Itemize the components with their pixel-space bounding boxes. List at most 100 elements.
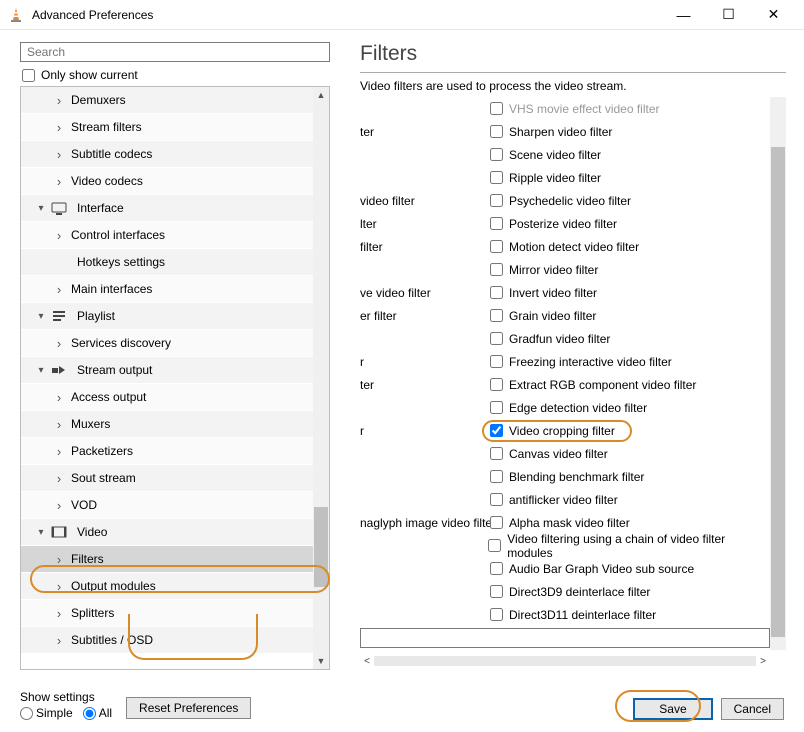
filter-checkbox[interactable] [490, 355, 503, 368]
filter-left-text: ter [360, 378, 490, 392]
filter-checkbox[interactable] [490, 447, 503, 460]
expand-icon[interactable]: › [53, 147, 65, 162]
tree-row[interactable]: ›Video codecs [21, 168, 313, 195]
close-button[interactable]: ✕ [751, 0, 796, 30]
minimize-button[interactable]: — [661, 0, 706, 30]
filter-label: Direct3D11 deinterlace filter [509, 608, 656, 622]
filter-checkbox[interactable] [490, 125, 503, 138]
scroll-thumb[interactable] [314, 507, 328, 587]
tree-row[interactable]: ›Control interfaces [21, 222, 313, 249]
filter-checkbox[interactable] [490, 608, 503, 621]
tree-row[interactable]: ›Subtitles / OSD [21, 627, 313, 654]
filter-checkbox[interactable] [488, 539, 501, 552]
filter-checkbox[interactable] [490, 401, 503, 414]
tree-label: Splitters [71, 606, 114, 620]
expand-icon[interactable]: › [53, 417, 65, 432]
expand-icon[interactable]: › [53, 174, 65, 189]
expand-icon[interactable]: › [53, 444, 65, 459]
tree-row[interactable]: ›Services discovery [21, 330, 313, 357]
radio-all[interactable]: All [83, 706, 112, 720]
collapse-icon[interactable]: ▾ [35, 527, 47, 538]
expand-icon[interactable]: › [53, 282, 65, 297]
tree-row[interactable]: › Filters [21, 546, 313, 573]
expand-icon[interactable]: › [53, 120, 65, 135]
expand-icon[interactable]: › [53, 606, 65, 621]
filter-checkbox[interactable] [490, 493, 503, 506]
expand-icon[interactable]: › [53, 390, 65, 405]
filter-checkbox[interactable] [490, 562, 503, 575]
tree-row[interactable]: ▾ Interface [21, 195, 313, 222]
expand-icon[interactable]: › [53, 552, 65, 567]
filter-checkbox[interactable] [490, 217, 503, 230]
tree-row[interactable]: ›Muxers [21, 411, 313, 438]
tree-row[interactable]: ▾Stream output [21, 357, 313, 384]
expand-icon[interactable]: › [53, 498, 65, 513]
filter-label: Freezing interactive video filter [509, 355, 672, 369]
tree-row[interactable]: › Splitters [21, 600, 313, 627]
filter-checkbox[interactable] [490, 240, 503, 253]
collapse-icon[interactable]: ▾ [35, 365, 47, 376]
tree-label: Filters [71, 552, 104, 566]
tree-label: Packetizers [71, 444, 133, 458]
maximize-button[interactable]: ☐ [706, 0, 751, 30]
filter-label: Direct3D9 deinterlace filter [509, 585, 650, 599]
tree-row[interactable]: ›Access output [21, 384, 313, 411]
panel-desc: Video filters are used to process the vi… [360, 79, 794, 93]
filter-checkbox[interactable] [490, 516, 503, 529]
collapse-icon[interactable]: ▾ [35, 311, 47, 322]
tree-row[interactable]: Hotkeys settings [21, 249, 313, 276]
filter-text-input[interactable] [360, 628, 770, 648]
tree-row[interactable]: ›Output modules [21, 573, 313, 600]
filter-checkbox[interactable] [490, 194, 503, 207]
only-show-current-checkbox[interactable]: Only show current [22, 68, 340, 82]
filter-checkbox[interactable] [490, 102, 503, 115]
filter-checkbox[interactable] [490, 332, 503, 345]
hscroll-right-icon[interactable]: > [756, 656, 770, 667]
tree-row[interactable]: ›Sout stream [21, 465, 313, 492]
filter-checkbox[interactable] [490, 470, 503, 483]
tree-row[interactable]: › Packetizers [21, 438, 313, 465]
search-input[interactable] [20, 42, 330, 62]
filter-checkbox[interactable] [490, 378, 503, 391]
scroll-down-icon[interactable]: ▼ [313, 653, 329, 669]
filter-checkbox[interactable] [490, 424, 503, 437]
radio-simple[interactable]: Simple [20, 706, 73, 720]
only-show-current-box[interactable] [22, 69, 35, 82]
expand-icon[interactable]: › [53, 471, 65, 486]
tree-row[interactable]: ▾Video [21, 519, 313, 546]
tree-row[interactable]: ›VOD [21, 492, 313, 519]
tree-row[interactable]: ›Stream filters [21, 114, 313, 141]
expand-icon[interactable]: › [53, 93, 65, 108]
expand-icon[interactable]: › [53, 228, 65, 243]
filter-checkbox[interactable] [490, 148, 503, 161]
panel-vscrollbar[interactable] [770, 97, 786, 650]
filter-row: Edge detection video filter [360, 396, 770, 419]
reset-preferences-button[interactable]: Reset Preferences [126, 697, 251, 719]
expand-icon[interactable]: › [53, 336, 65, 351]
filter-row: Gradfun video filter [360, 327, 770, 350]
hscroll-track[interactable] [374, 656, 756, 666]
scroll-up-icon[interactable]: ▲ [313, 87, 329, 103]
collapse-icon[interactable]: ▾ [35, 203, 47, 214]
tree-row[interactable]: › Demuxers [21, 87, 313, 114]
filter-checkbox[interactable] [490, 286, 503, 299]
filter-checkbox[interactable] [490, 171, 503, 184]
save-button[interactable]: Save [633, 698, 712, 720]
tree-row[interactable]: ›Main interfaces [21, 276, 313, 303]
panel-vscroll-thumb[interactable] [771, 147, 785, 637]
tree-row[interactable]: ▾ Playlist [21, 303, 313, 330]
tree-scrollbar[interactable]: ▲ ▼ [313, 87, 329, 669]
tree-label: Playlist [77, 309, 115, 323]
tree-label: Interface [77, 201, 124, 215]
filter-checkbox[interactable] [490, 263, 503, 276]
filter-checkbox[interactable] [490, 585, 503, 598]
cancel-button[interactable]: Cancel [721, 698, 784, 720]
filter-checkbox[interactable] [490, 309, 503, 322]
expand-icon[interactable]: › [53, 579, 65, 594]
panel-hscrollbar[interactable]: < > [360, 654, 770, 668]
tree-row[interactable]: ›Subtitle codecs [21, 141, 313, 168]
tree-label: Demuxers [71, 93, 126, 107]
panel-title: Filters [360, 38, 786, 73]
expand-icon[interactable]: › [53, 633, 65, 648]
hscroll-left-icon[interactable]: < [360, 656, 374, 667]
